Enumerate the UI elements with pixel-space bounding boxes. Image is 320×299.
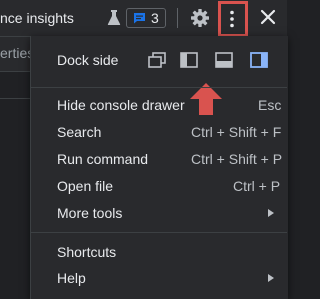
- shortcut-search: Ctrl + Shift + F: [191, 124, 282, 140]
- experiment-flask-icon: [107, 10, 121, 25]
- menu-item-search[interactable]: Search: [57, 124, 101, 140]
- menu-item-open-file[interactable]: Open file: [57, 178, 113, 194]
- shortcut-open-file: Ctrl + P: [233, 178, 281, 194]
- dock-side-label: Dock side: [57, 52, 119, 68]
- issues-counter-button[interactable]: 3: [126, 8, 166, 28]
- menu-item-run-command[interactable]: Run command: [57, 151, 148, 167]
- menu-separator: [31, 232, 287, 233]
- issues-chat-icon: [134, 13, 145, 24]
- more-options-kebab-icon[interactable]: [229, 10, 235, 28]
- dock-left-icon[interactable]: [180, 52, 198, 68]
- issues-count: 3: [151, 10, 159, 26]
- background-row: [0, 72, 30, 99]
- menu-item-help[interactable]: Help: [57, 270, 86, 286]
- shortcut-hide-console-drawer: Esc: [258, 97, 282, 113]
- toolbar-divider: [177, 8, 178, 28]
- help-chevron-right-icon: [268, 274, 274, 282]
- more-tools-chevron-right-icon: [268, 209, 274, 217]
- menu-separator: [31, 87, 287, 88]
- dock-right-icon[interactable]: [250, 52, 268, 68]
- undock-window-icon[interactable]: [148, 52, 166, 68]
- shortcut-run-command: Ctrl + Shift + P: [191, 151, 283, 167]
- dock-bottom-icon[interactable]: [215, 52, 233, 68]
- menu-item-more-tools[interactable]: More tools: [57, 205, 122, 221]
- panel-tab-title[interactable]: nce insights: [0, 10, 74, 26]
- settings-gear-icon[interactable]: [190, 8, 210, 28]
- menu-item-hide-console-drawer[interactable]: Hide console drawer: [57, 97, 185, 113]
- close-icon[interactable]: [260, 9, 276, 25]
- menu-item-shortcuts[interactable]: Shortcuts: [57, 244, 116, 260]
